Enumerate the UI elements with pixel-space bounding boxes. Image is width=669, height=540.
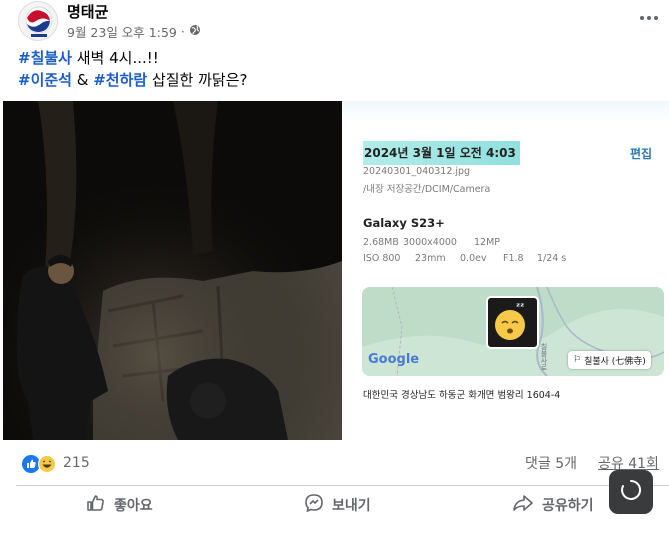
post-text: #칠불사 새벽 4시...!! #이준석 & #천하람 삽질한 까닭은? — [18, 47, 638, 91]
haha-icon — [38, 455, 56, 473]
hashtag-link[interactable]: #천하람 — [93, 71, 147, 89]
post-timestamp[interactable]: 9월 23일 오후 1:59 — [67, 22, 177, 41]
post-media[interactable]: 2024년 3월 1일 오전 4:03 편집 20240301_040312.j… — [0, 101, 669, 440]
location-pin-icon[interactable]: 😴 ᶻᶻ — [486, 296, 539, 349]
comments-count[interactable]: 댓글 5개 — [525, 453, 577, 473]
like-label: 좋아요 — [114, 498, 153, 514]
google-logo-text: Google — [368, 352, 420, 367]
thumbs-up-icon — [86, 493, 106, 517]
device-name: Galaxy S23+ — [363, 216, 445, 230]
post-text-line-1: #칠불사 새벽 4시...!! — [18, 47, 638, 69]
night-photo[interactable] — [3, 101, 342, 440]
map-place-label[interactable]: ⚐ 칠불사 (七佛寺) — [568, 351, 651, 369]
spec-row-1: 2.68MB 3000x4000 12MP — [363, 237, 500, 248]
share-button[interactable]: 공유하기 — [512, 490, 594, 520]
author-name[interactable]: 명태균 — [67, 1, 108, 22]
post-text-segment: 새벽 4시...!! — [71, 49, 159, 67]
meta-separator: · — [180, 24, 185, 39]
engagement-row: 215 댓글 5개 공유 41회 — [0, 441, 669, 481]
actions-divider — [16, 485, 669, 486]
author-avatar[interactable] — [18, 1, 58, 41]
share-label: 공유하기 — [542, 498, 594, 514]
send-label: 보내기 — [332, 498, 371, 514]
send-button[interactable]: 보내기 — [304, 490, 371, 520]
flag-icon: ⚐ — [573, 355, 582, 365]
post-actions: 좋아요 보내기 공유하기 — [0, 487, 669, 523]
aperture: F1.8 — [503, 253, 524, 264]
photo-metadata-panel: 2024년 3월 1일 오전 4:03 편집 20240301_040312.j… — [343, 101, 669, 440]
exposure-value: 0.0ev — [460, 253, 487, 264]
reaction-count[interactable]: 215 — [63, 455, 90, 471]
megapixels: 12MP — [474, 237, 501, 248]
spec-row-2: ISO 800 23mm 0.0ev F1.8 1/24 s — [363, 253, 566, 264]
post-text-segment: 삽질한 까닭은? — [147, 71, 248, 89]
post-text-line-2: #이준석 & #천하람 삽질한 까닭은? — [18, 69, 638, 91]
resolution: 3000x4000 — [403, 237, 457, 248]
photo-path: /내장 저장공간/DCIM/Camera — [363, 184, 491, 195]
photo-filename: 20240301_040312.jpg — [363, 166, 471, 177]
post-header: 명태균 9월 23일 오후 1:59 · — [0, 0, 669, 44]
location-map[interactable]: 😴 ᶻᶻ 칠불사로 Google ⚐ 칠불사 (七佛寺) — [362, 287, 664, 376]
place-name: 칠불사 (七佛寺) — [584, 356, 646, 367]
edit-button[interactable]: 편집 — [630, 145, 652, 162]
hashtag-link[interactable]: #이준석 — [18, 71, 72, 89]
shutter-speed: 1/24 s — [537, 253, 567, 264]
zzz-icon: ᶻᶻ — [516, 302, 525, 313]
iso: ISO 800 — [363, 253, 401, 264]
messenger-icon — [304, 493, 324, 517]
focal-length: 23mm — [415, 253, 446, 264]
post-text-segment: & — [71, 71, 94, 89]
reaction-icons[interactable] — [22, 455, 56, 473]
globe-icon — [189, 24, 201, 39]
refresh-spinner-icon — [619, 478, 643, 506]
photo-datetime: 2024년 3월 1일 오전 4:03 — [364, 146, 516, 160]
hashtag-link[interactable]: #칠불사 — [18, 49, 72, 67]
post-meta: 9월 23일 오후 1:59 · — [67, 22, 201, 41]
more-options-icon[interactable] — [636, 8, 662, 28]
road-label: 칠불사로 — [540, 343, 548, 371]
share-arrow-icon — [512, 493, 534, 517]
google-logo: Google — [368, 352, 419, 367]
panel-top-fade — [343, 101, 669, 123]
photo-address: 대한민국 경상남도 하동군 화개면 범왕리 1604-4 — [363, 390, 561, 401]
loading-spinner-button[interactable] — [609, 470, 653, 514]
like-button[interactable]: 좋아요 — [86, 490, 153, 520]
file-size: 2.68MB — [363, 237, 399, 248]
